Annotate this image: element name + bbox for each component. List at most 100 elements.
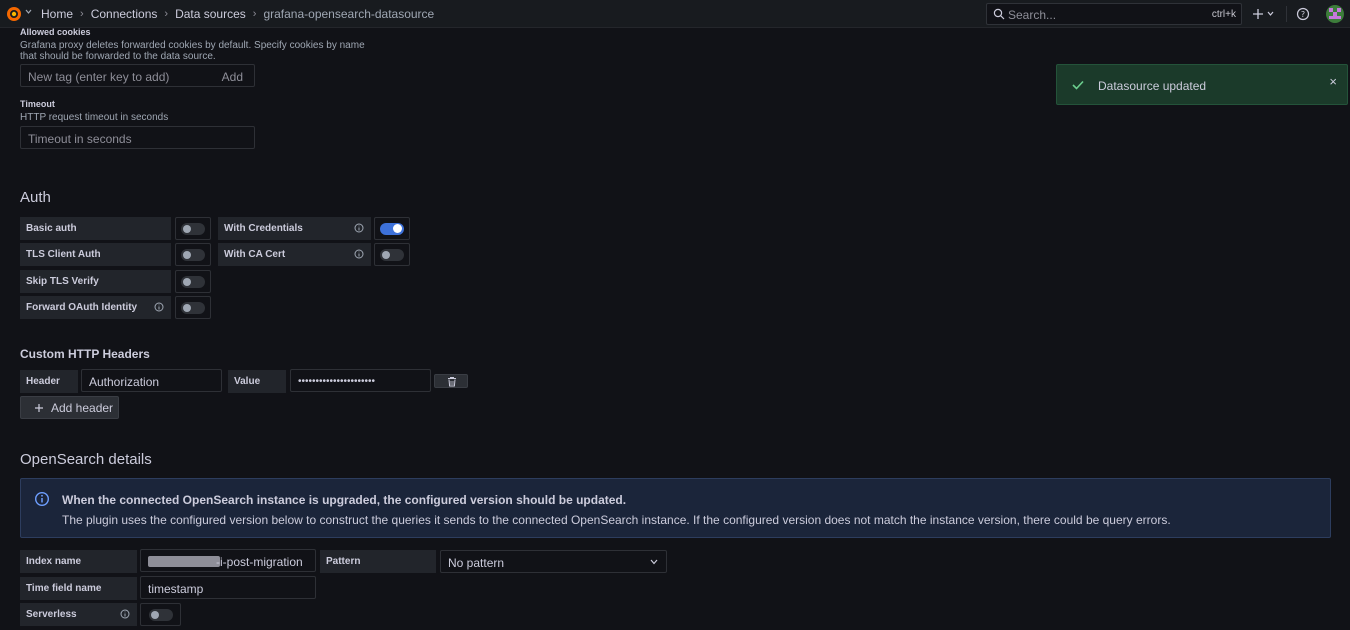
timeout-label: Timeout bbox=[20, 99, 55, 109]
avatar-pattern-icon bbox=[1329, 8, 1341, 19]
index-name-label: Index name bbox=[20, 550, 137, 573]
with-credentials-switch-box bbox=[374, 217, 410, 240]
toggle-knob bbox=[151, 611, 159, 619]
plus-icon bbox=[35, 403, 43, 412]
top-navbar: Home › Connections › Data sources › graf… bbox=[0, 0, 1350, 28]
toggle-knob bbox=[183, 304, 191, 312]
toolbar-divider bbox=[1286, 6, 1287, 22]
breadcrumb-data-sources[interactable]: Data sources bbox=[175, 7, 246, 21]
pattern-label-text: Pattern bbox=[326, 556, 361, 567]
pattern-select[interactable]: No pattern bbox=[440, 550, 667, 573]
basic-auth-toggle[interactable] bbox=[181, 223, 205, 235]
allowed-cookies-placeholder: New tag (enter key to add) bbox=[28, 70, 170, 84]
alert-title: When the connected OpenSearch instance i… bbox=[62, 493, 627, 507]
timeout-description: HTTP request timeout in seconds bbox=[20, 112, 169, 123]
time-field-label: Time field name bbox=[20, 577, 137, 600]
pattern-value: No pattern bbox=[448, 556, 505, 570]
tls-client-auth-switch-box bbox=[175, 243, 211, 266]
serverless-label-text: Serverless bbox=[26, 609, 77, 620]
success-toast: Datasource updated × bbox=[1056, 64, 1348, 105]
version-info-alert: When the connected OpenSearch instance i… bbox=[20, 478, 1331, 538]
serverless-switch-box bbox=[140, 603, 181, 626]
skip-tls-verify-label: Skip TLS Verify bbox=[20, 270, 171, 293]
info-icon[interactable] bbox=[354, 249, 364, 259]
breadcrumb-home[interactable]: Home bbox=[41, 7, 73, 21]
delete-header-button[interactable] bbox=[434, 374, 468, 388]
breadcrumb-separator-icon: › bbox=[164, 8, 169, 20]
with-credentials-toggle[interactable] bbox=[380, 223, 404, 235]
tls-client-auth-label-text: TLS Client Auth bbox=[26, 249, 101, 260]
with-credentials-label-text: With Credentials bbox=[224, 223, 303, 234]
serverless-label: Serverless bbox=[20, 603, 137, 626]
allowed-cookies-description-line1: Grafana proxy deletes forwarded cookies … bbox=[20, 40, 365, 51]
tls-client-auth-label: TLS Client Auth bbox=[20, 243, 171, 266]
search-input[interactable]: Search... ctrl+k bbox=[986, 3, 1242, 25]
breadcrumb-connections[interactable]: Connections bbox=[91, 7, 158, 21]
value-label: Value bbox=[228, 370, 286, 393]
svg-text:?: ? bbox=[1301, 10, 1305, 19]
info-icon[interactable] bbox=[354, 223, 364, 233]
info-circle-icon bbox=[34, 491, 50, 507]
opensearch-details-heading: OpenSearch details bbox=[20, 451, 152, 468]
add-header-button[interactable]: Add header bbox=[20, 396, 119, 419]
info-icon[interactable] bbox=[120, 609, 130, 619]
new-plus-icon[interactable] bbox=[1253, 5, 1277, 23]
auth-heading: Auth bbox=[20, 189, 51, 206]
toast-message: Datasource updated bbox=[1098, 79, 1207, 93]
toggle-knob bbox=[382, 251, 390, 259]
skip-tls-verify-toggle[interactable] bbox=[181, 276, 205, 288]
with-ca-cert-toggle[interactable] bbox=[380, 249, 404, 261]
timeout-placeholder: Timeout in seconds bbox=[28, 132, 132, 146]
check-icon bbox=[1072, 80, 1084, 90]
breadcrumb-current: grafana-opensearch-datasource bbox=[263, 7, 435, 21]
info-icon[interactable] bbox=[154, 302, 164, 312]
index-name-value: -i-post-migration bbox=[216, 555, 303, 569]
custom-headers-heading: Custom HTTP Headers bbox=[20, 347, 150, 361]
toggle-knob bbox=[393, 224, 402, 233]
with-credentials-label: With Credentials bbox=[218, 217, 371, 240]
index-name-label-text: Index name bbox=[26, 556, 82, 567]
time-field-input[interactable]: timestamp bbox=[140, 576, 316, 599]
timeout-input[interactable]: Timeout in seconds bbox=[20, 126, 255, 149]
tls-client-auth-toggle[interactable] bbox=[181, 249, 205, 261]
basic-auth-label: Basic auth bbox=[20, 217, 171, 240]
forward-oauth-switch-box bbox=[175, 296, 211, 319]
header-name-value: Authorization bbox=[89, 375, 160, 389]
add-header-label: Add header bbox=[51, 400, 114, 415]
search-shortcut: ctrl+k bbox=[1211, 9, 1236, 20]
with-ca-cert-label-text: With CA Cert bbox=[224, 249, 286, 260]
add-cookie-button[interactable]: Add bbox=[222, 70, 243, 84]
close-icon[interactable]: × bbox=[1329, 74, 1337, 89]
with-ca-cert-switch-box bbox=[374, 243, 410, 266]
header-value-input[interactable]: •••••••••••••••••••••• bbox=[290, 369, 431, 392]
redacted-block bbox=[148, 556, 220, 567]
time-field-label-text: Time field name bbox=[26, 583, 102, 594]
header-name-input[interactable]: Authorization bbox=[81, 369, 222, 392]
help-icon[interactable]: ? bbox=[1296, 7, 1310, 21]
pattern-label: Pattern bbox=[320, 550, 436, 573]
search-placeholder: Search... bbox=[1008, 8, 1057, 22]
user-avatar[interactable] bbox=[1326, 5, 1344, 23]
basic-auth-switch-box bbox=[175, 217, 211, 240]
toggle-knob bbox=[183, 225, 191, 233]
allowed-cookies-input[interactable]: New tag (enter key to add) Add bbox=[20, 64, 255, 87]
alert-body: The plugin uses the configured version b… bbox=[62, 513, 1171, 527]
serverless-toggle[interactable] bbox=[149, 609, 173, 621]
grafana-logo-icon[interactable] bbox=[5, 5, 23, 23]
breadcrumb-separator-icon: › bbox=[252, 8, 257, 20]
with-ca-cert-label: With CA Cert bbox=[218, 243, 371, 266]
header-label-text: Header bbox=[26, 376, 60, 387]
skip-tls-verify-label-text: Skip TLS Verify bbox=[26, 276, 99, 287]
forward-oauth-toggle[interactable] bbox=[181, 302, 205, 314]
basic-auth-label-text: Basic auth bbox=[26, 223, 77, 234]
header-label: Header bbox=[20, 370, 78, 393]
breadcrumb-separator-icon: › bbox=[80, 8, 84, 20]
chevron-down-icon[interactable] bbox=[25, 8, 32, 15]
allowed-cookies-description-line2: that should be forwarded to the data sou… bbox=[20, 51, 216, 62]
allowed-cookies-label: Allowed cookies bbox=[20, 27, 91, 37]
skip-tls-verify-switch-box bbox=[175, 270, 211, 293]
chevron-down-icon bbox=[650, 559, 658, 565]
toggle-knob bbox=[183, 251, 191, 259]
trash-icon bbox=[448, 377, 456, 387]
index-name-input[interactable]: -i-post-migration bbox=[140, 549, 316, 572]
